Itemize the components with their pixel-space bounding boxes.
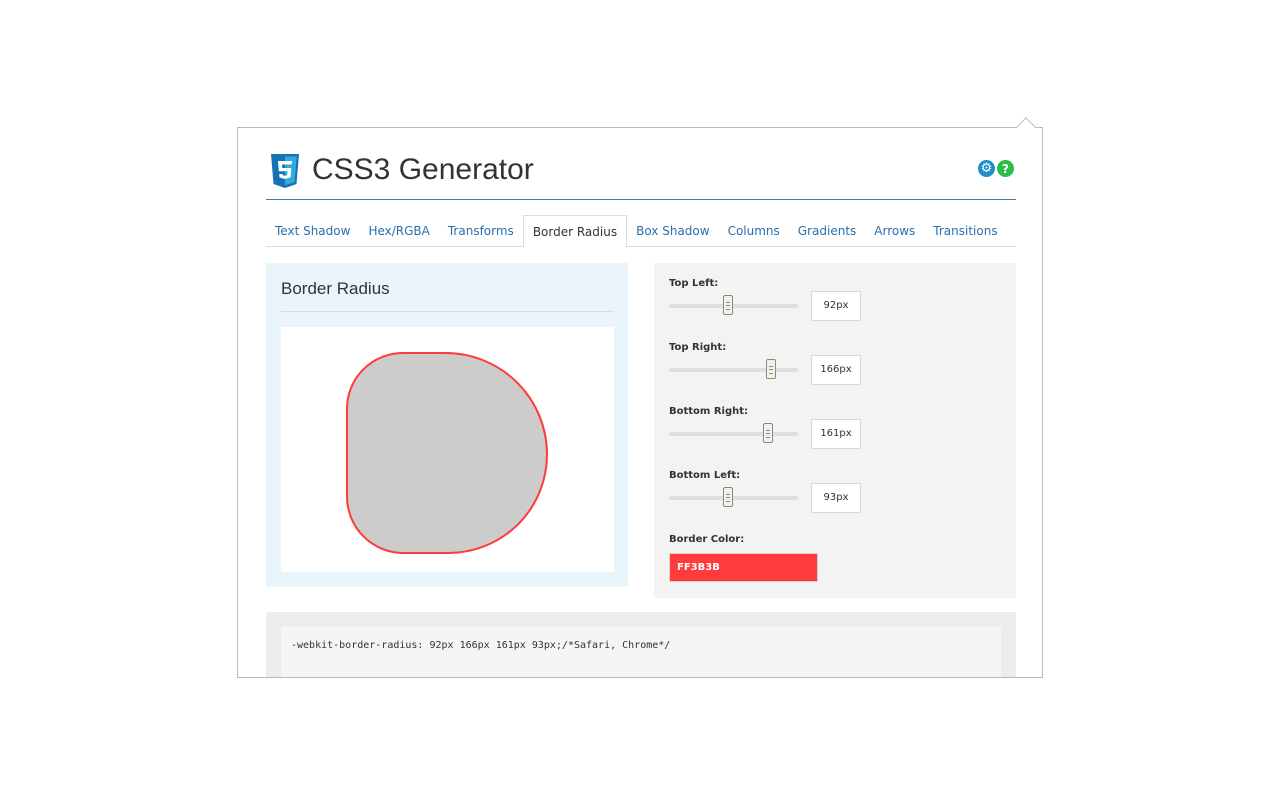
bottom-right-input[interactable]: 161px <box>811 419 861 449</box>
css3-generator-popup: CSS3 Generator ⚙ ? Text Shadow Hex/RGBA … <box>237 127 1043 678</box>
help-icon[interactable]: ? <box>997 160 1014 177</box>
border-color-label: Border Color: <box>669 534 745 545</box>
preview-panel: Border Radius <box>266 263 628 587</box>
code-line-webkit: -webkit-border-radius: 92px 166px 161px … <box>291 640 671 651</box>
css3-shield-icon <box>271 154 299 188</box>
border-color-picker[interactable]: FF3B3B <box>669 553 818 582</box>
tab-gradients[interactable]: Gradients <box>789 215 865 247</box>
bottom-left-control: Bottom Left: 93px <box>669 470 1009 534</box>
top-right-label: Top Right: <box>669 342 727 353</box>
top-right-input[interactable]: 166px <box>811 355 861 385</box>
bottom-left-slider[interactable] <box>669 487 798 507</box>
preview-canvas <box>281 327 614 572</box>
tab-columns[interactable]: Columns <box>719 215 789 247</box>
app-title: CSS3 Generator <box>312 153 534 186</box>
tab-transitions[interactable]: Transitions <box>924 215 1006 247</box>
tab-arrows[interactable]: Arrows <box>865 215 924 247</box>
tab-box-shadow[interactable]: Box Shadow <box>627 215 718 247</box>
top-left-input[interactable]: 92px <box>811 291 861 321</box>
bottom-left-label: Bottom Left: <box>669 470 741 481</box>
top-left-label: Top Left: <box>669 278 719 289</box>
generator-tabs: Text Shadow Hex/RGBA Transforms Border R… <box>266 215 1016 248</box>
tab-text-shadow[interactable]: Text Shadow <box>266 215 359 247</box>
bottom-right-control: Bottom Right: 161px <box>669 406 1009 470</box>
top-right-slider-handle[interactable] <box>765 359 776 379</box>
gear-icon[interactable]: ⚙ <box>978 160 995 177</box>
top-right-slider[interactable] <box>669 359 798 379</box>
preview-title: Border Radius <box>281 279 390 298</box>
app-header: CSS3 Generator ⚙ ? <box>266 152 1016 200</box>
code-output-box[interactable]: -webkit-border-radius: 92px 166px 161px … <box>281 627 1001 677</box>
bottom-left-input[interactable]: 93px <box>811 483 861 513</box>
top-left-slider[interactable] <box>669 295 798 315</box>
bottom-right-slider-handle[interactable] <box>763 423 774 443</box>
preview-divider <box>281 311 614 312</box>
bottom-left-slider-handle[interactable] <box>723 487 734 507</box>
top-left-slider-handle[interactable] <box>723 295 734 315</box>
top-right-control: Top Right: 166px <box>669 342 1009 406</box>
controls-panel: Top Left: 92px Top Right: 166px Bottom R… <box>654 263 1016 598</box>
tab-hex-rgba[interactable]: Hex/RGBA <box>359 215 438 247</box>
border-radius-preview-shape <box>346 352 548 554</box>
tab-border-radius[interactable]: Border Radius <box>522 215 628 248</box>
bottom-right-label: Bottom Right: <box>669 406 749 417</box>
tab-transforms[interactable]: Transforms <box>439 215 523 247</box>
code-output-panel: -webkit-border-radius: 92px 166px 161px … <box>266 612 1016 677</box>
top-left-control: Top Left: 92px <box>669 278 1009 342</box>
bottom-right-slider[interactable] <box>669 423 798 443</box>
